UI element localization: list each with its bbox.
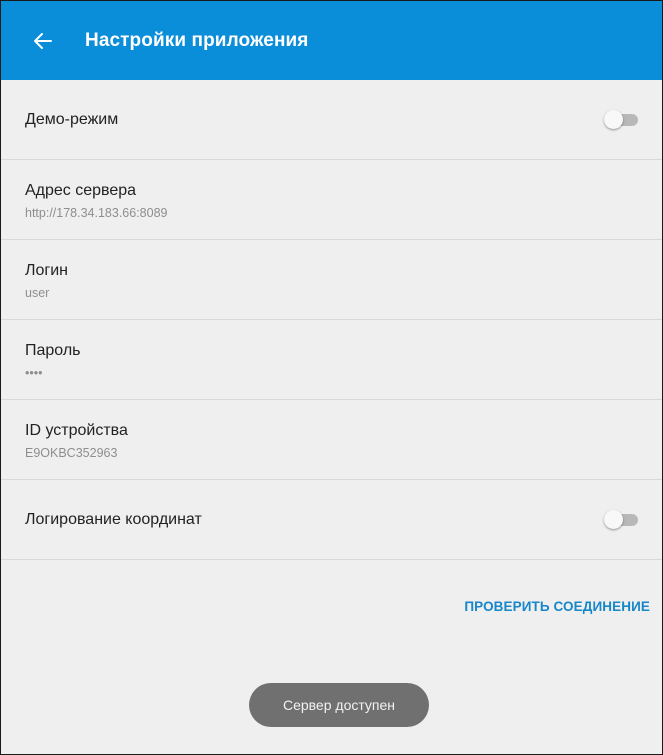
setting-demo-mode[interactable]: Демо-режим	[1, 80, 662, 160]
toast-message: Сервер доступен	[249, 683, 429, 727]
page-title: Настройки приложения	[85, 29, 309, 51]
setting-server-address[interactable]: Адрес сервера http://178.34.183.66:8089	[1, 160, 662, 240]
demo-mode-toggle[interactable]	[604, 110, 640, 129]
toggle-thumb	[604, 110, 623, 129]
setting-label-demo-mode: Демо-режим	[25, 111, 119, 128]
setting-label-coordinate-logging: Логирование координат	[25, 511, 202, 528]
coordinate-logging-toggle[interactable]	[604, 510, 640, 529]
setting-label-login: Логин	[25, 262, 69, 279]
settings-list: Демо-режим Адрес сервера http://178.34.1…	[1, 80, 662, 560]
back-button[interactable]	[13, 1, 73, 80]
app-bar: Настройки приложения	[1, 1, 662, 80]
setting-value-password: ••••	[25, 366, 43, 380]
toast-text: Сервер доступен	[282, 697, 396, 713]
arrow-back-icon	[34, 32, 52, 49]
setting-device-id[interactable]: ID устройства E9OKBC352963	[1, 400, 662, 480]
setting-coordinate-logging[interactable]: Логирование координат	[1, 480, 662, 560]
toggle-thumb	[604, 510, 623, 529]
setting-value-device-id: E9OKBC352963	[25, 446, 118, 460]
setting-value-server-address: http://178.34.183.66:8089	[25, 206, 168, 220]
check-connection-button[interactable]: ПРОВЕРИТЬ СОЕДИНЕНИЕ	[464, 599, 650, 614]
setting-value-login: user	[25, 286, 50, 300]
setting-label-device-id: ID устройства	[25, 422, 128, 439]
setting-login[interactable]: Логин user	[1, 240, 662, 320]
setting-password[interactable]: Пароль ••••	[1, 320, 662, 400]
setting-label-server-address: Адрес сервера	[25, 182, 137, 199]
setting-label-password: Пароль	[25, 342, 81, 359]
settings-screen: Настройки приложения Демо-режим Адрес се…	[0, 0, 663, 755]
